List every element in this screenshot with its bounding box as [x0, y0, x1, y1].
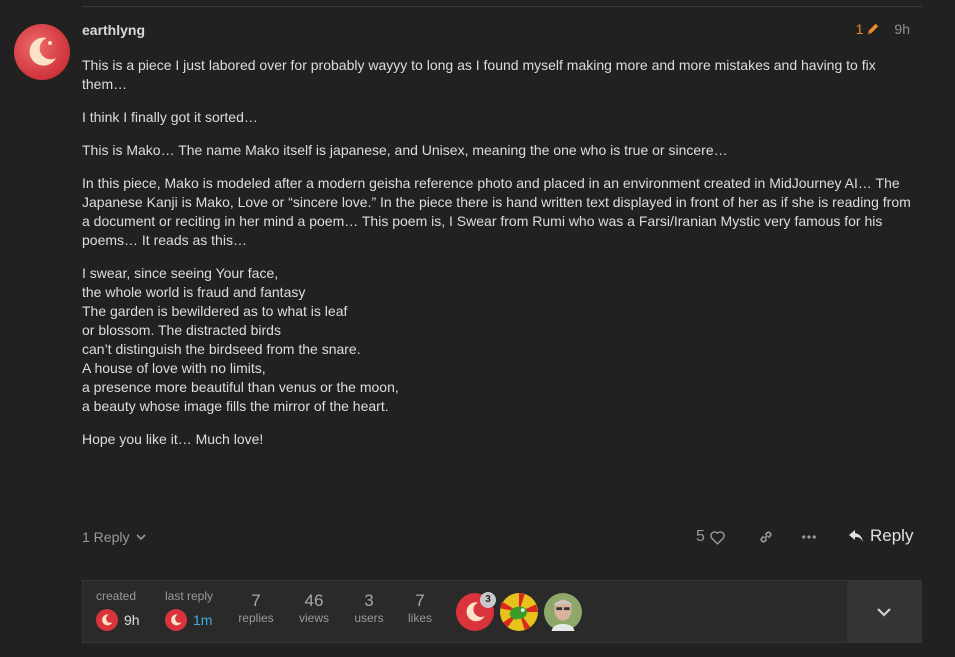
like-count: 5	[696, 528, 705, 545]
last-reply-info: last reply 1m	[165, 589, 213, 631]
edit-count: 1	[855, 21, 864, 37]
replies-label: 1 Reply	[82, 529, 130, 545]
poem-line: can’t distinguish the birdseed from the …	[82, 341, 361, 357]
post-paragraph: In this piece, Mako is modeled after a m…	[82, 175, 911, 248]
post-paragraph: I think I finally got it sorted…	[82, 109, 258, 125]
participant-avatar[interactable]: 3	[456, 592, 496, 631]
stat-value: 7	[251, 591, 261, 610]
participant-avatars: 3	[456, 592, 582, 631]
created-info: created 9h	[96, 589, 140, 631]
poem-line: or blossom. The distracted birds	[82, 322, 281, 338]
reply-label: Reply	[870, 526, 914, 545]
poem-line: a beauty whose image fills the mirror of…	[82, 398, 389, 414]
post-age[interactable]: 9h	[894, 21, 910, 37]
top-divider	[82, 6, 922, 7]
topic-map: created 9h last reply 1m 7 replies 46 vi…	[82, 580, 922, 643]
stat-label: likes	[407, 611, 432, 625]
post-paragraph: This is Mako… The name Mako itself is ja…	[82, 142, 728, 158]
chevron-down-icon	[136, 534, 147, 541]
participant-avatar[interactable]	[500, 593, 538, 631]
post-paragraph: This is a piece I just labored over for …	[82, 57, 876, 92]
stat-label: views	[298, 611, 329, 625]
post-meta: 1 9h	[856, 21, 910, 37]
stat-label: replies	[238, 611, 274, 625]
post-closing: Hope you like it… Much love!	[82, 431, 264, 447]
created-label: created	[96, 589, 137, 603]
pencil-icon	[868, 23, 879, 35]
heart-icon	[710, 530, 725, 545]
last-reply-label: last reply	[165, 589, 214, 603]
reply-arrow-icon	[849, 530, 863, 542]
edit-history-button[interactable]: 1	[856, 21, 881, 37]
expand-topic-map-button[interactable]	[847, 581, 921, 643]
stat-value: 7	[415, 591, 425, 610]
reply-button[interactable]: Reply	[848, 526, 913, 546]
participant-avatar[interactable]	[544, 593, 582, 631]
show-replies-button[interactable]: 1 Reply	[82, 529, 147, 545]
user-avatar[interactable]	[14, 24, 70, 80]
poem-line: A house of love with no limits,	[82, 360, 266, 376]
stat-users: 3 users	[342, 591, 396, 625]
stat-value: 46	[304, 591, 324, 610]
poem-line: The garden is bewildered as to what is l…	[82, 303, 348, 319]
poem-line: I swear, since seeing Your face,	[82, 265, 279, 281]
like-button[interactable]: 5	[696, 528, 726, 546]
stat-views: 46 views	[287, 591, 341, 625]
link-icon[interactable]	[757, 528, 775, 546]
last-reply-value[interactable]: 1m	[193, 612, 212, 628]
chevron-down-icon	[877, 608, 891, 617]
participant-post-count-badge: 3	[480, 592, 496, 608]
stat-label: users	[354, 611, 384, 625]
poem-line: the whole world is fraud and fantasy	[82, 284, 306, 300]
poem-block: I swear, since seeing Your face, the who…	[82, 264, 922, 416]
created-value[interactable]: 9h	[124, 612, 140, 628]
stat-value: 3	[364, 591, 374, 610]
avatar	[544, 593, 582, 631]
post-body: This is a piece I just labored over for …	[82, 56, 922, 463]
ellipsis-icon[interactable]	[800, 528, 818, 546]
stat-replies: 7 replies	[229, 591, 283, 625]
avatar[interactable]	[165, 609, 187, 631]
post-actions: 1 Reply 5 Reply	[82, 525, 913, 549]
stat-likes: 7 likes	[393, 591, 447, 625]
avatar	[500, 593, 538, 631]
username[interactable]: earthlyng	[82, 22, 145, 38]
avatar[interactable]	[96, 609, 118, 631]
poem-line: a presence more beautiful than venus or …	[82, 379, 399, 395]
